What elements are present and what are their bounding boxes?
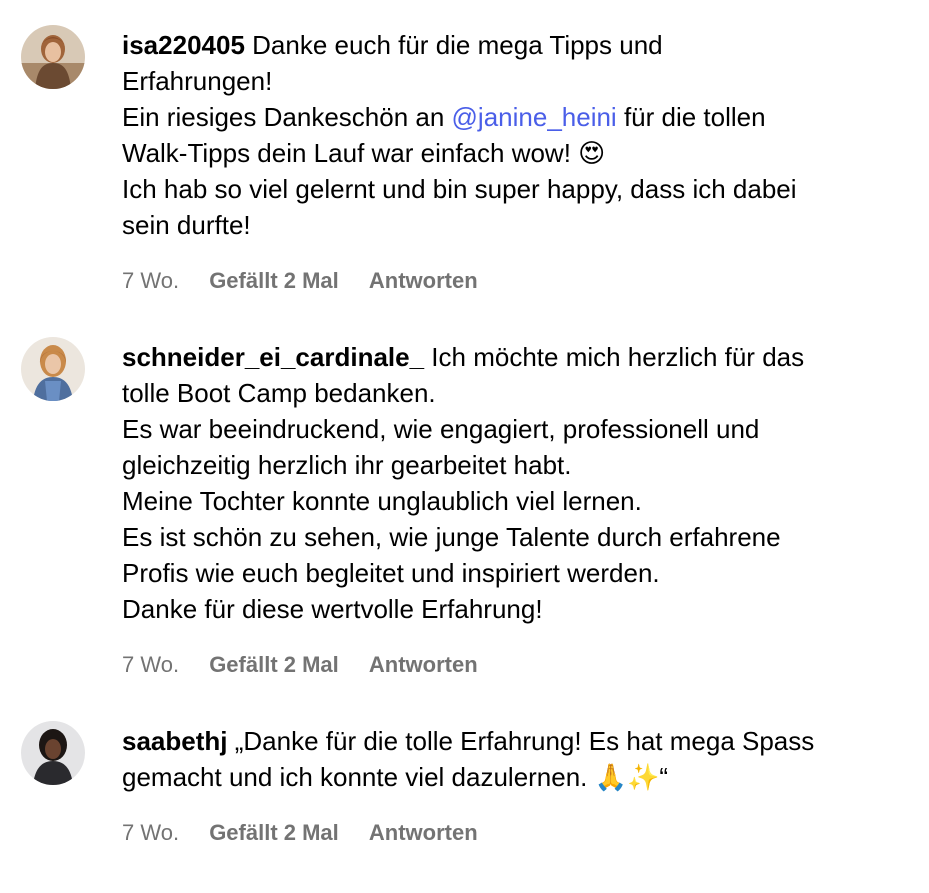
comment-text-line: tolle Boot Camp bedanken. (122, 378, 436, 408)
comment-text: saabethj „Danke für die tolle Erfahrung!… (122, 723, 902, 795)
comment-text-line: Walk-Tipps dein Lauf war einfach wow! 😍 (122, 138, 606, 168)
comment-text-line: gemacht und ich konnte viel dazulernen. … (122, 762, 669, 792)
username-link[interactable]: schneider_ei_cardinale_ (122, 342, 424, 372)
avatar[interactable] (21, 25, 85, 89)
comment-text-line: Ich hab so viel gelernt und bin super ha… (122, 174, 797, 204)
comment-text: schneider_ei_cardinale_ Ich möchte mich … (122, 339, 902, 627)
avatar[interactable] (21, 721, 85, 785)
likes-button[interactable]: Gefällt 2 Mal (209, 819, 339, 847)
comment-text-line: sein durfte! (122, 210, 251, 240)
comment-meta: 7 Wo. Gefällt 2 Mal Antworten (122, 819, 902, 847)
profile-photo-icon (21, 337, 85, 401)
comment-text-line: Es war beeindruckend, wie engagiert, pro… (122, 414, 760, 444)
likes-button[interactable]: Gefällt 2 Mal (209, 267, 339, 295)
comment-list: isa220405 Danke euch für die mega Tipps … (0, 0, 929, 893)
comment-body: saabethj „Danke für die tolle Erfahrung!… (122, 723, 902, 847)
reply-button[interactable]: Antworten (369, 651, 478, 679)
comment-text-line: Erfahrungen! (122, 66, 273, 96)
likes-button[interactable]: Gefällt 2 Mal (209, 651, 339, 679)
username-link[interactable]: isa220405 (122, 30, 245, 60)
comment-text-line: Es ist schön zu sehen, wie junge Talente… (122, 522, 781, 552)
comment-text-line: Danke für diese wertvolle Erfahrung! (122, 594, 543, 624)
avatar[interactable] (21, 337, 85, 401)
comment-text-line: Ich möchte mich herzlich für das (431, 342, 805, 372)
comment-text-line: Danke euch für die mega Tipps und (252, 30, 663, 60)
profile-photo-icon (21, 25, 85, 89)
comment-meta: 7 Wo. Gefällt 2 Mal Antworten (122, 267, 902, 295)
comment-timestamp: 7 Wo. (122, 652, 180, 677)
comment-text-segment: Ein riesiges Dankeschön an (122, 102, 452, 132)
comment-meta: 7 Wo. Gefällt 2 Mal Antworten (122, 651, 902, 679)
comment-timestamp: 7 Wo. (122, 268, 180, 293)
mention-link[interactable]: @janine_heini (452, 102, 617, 132)
reply-button[interactable]: Antworten (369, 267, 478, 295)
comment-body: schneider_ei_cardinale_ Ich möchte mich … (122, 339, 902, 679)
comment-text-line: Meine Tochter konnte unglaublich viel le… (122, 486, 642, 516)
profile-photo-icon (21, 721, 85, 785)
reply-button[interactable]: Antworten (369, 819, 478, 847)
comment-text-line: Profis wie euch begleitet und inspiriert… (122, 558, 660, 588)
comment-body: isa220405 Danke euch für die mega Tipps … (122, 27, 902, 295)
comment-text-segment: für die tollen (616, 102, 766, 132)
comment-text-line: „Danke für die tolle Erfahrung! Es hat m… (234, 726, 815, 756)
comment-timestamp: 7 Wo. (122, 820, 180, 845)
comment-text: isa220405 Danke euch für die mega Tipps … (122, 27, 902, 243)
username-link[interactable]: saabethj (122, 726, 228, 756)
comment-text-line: gleichzeitig herzlich ihr gearbeitet hab… (122, 450, 572, 480)
